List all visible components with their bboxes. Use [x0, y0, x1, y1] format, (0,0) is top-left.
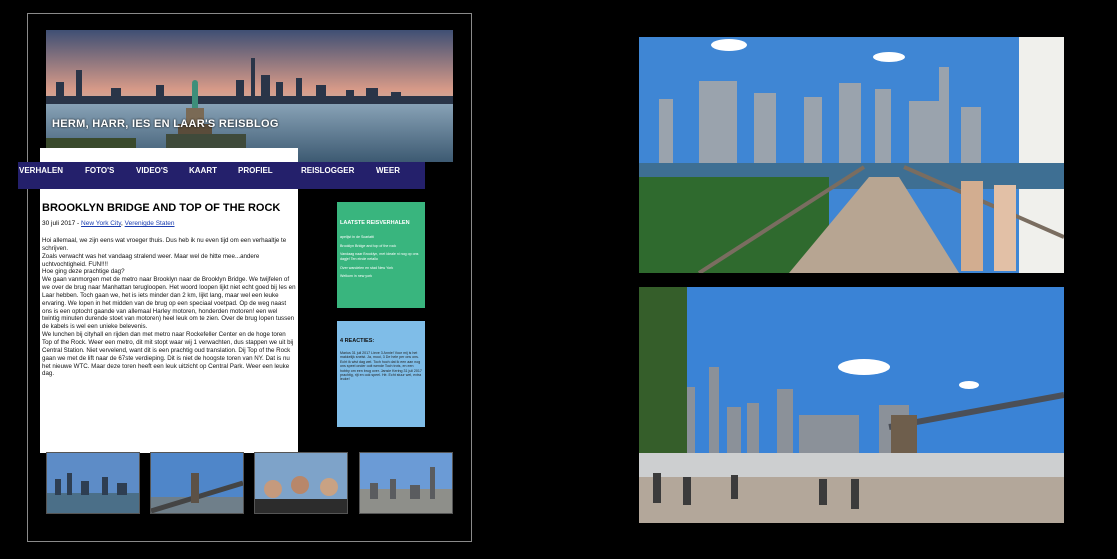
thumbnail-skyline-photo[interactable]	[46, 452, 140, 514]
nav-item-verhalen[interactable]: VERHALEN	[19, 166, 63, 175]
blog-title: HERM, HARR, IES EN LAAR'S REISBLOG	[52, 118, 279, 130]
nav-item-kaart[interactable]: KAART	[189, 166, 217, 175]
hero-banner-image	[46, 30, 453, 162]
post-date: 30 juli 2017 -	[42, 220, 82, 227]
post-paragraph: Zoals verwacht was het vandaag stralend …	[42, 252, 260, 268]
post-content: BROOKLYN BRIDGE AND TOP OF THE ROCK 30 j…	[40, 189, 298, 453]
latest-stories-panel: LAATSTE REISVERHALEN apelijst in de Scar…	[337, 202, 425, 308]
nav-top-strip	[40, 148, 298, 162]
comments-text: Marius 31 juli 2017 Lieve 3 Annie! Voor …	[340, 351, 422, 382]
thumbnail-view-photo[interactable]	[359, 452, 453, 514]
latest-stories-title: LAATSTE REISVERHALEN	[340, 220, 410, 226]
latest-story-link[interactable]: Over wandelen en stad New York	[340, 266, 424, 271]
comments-title: 4 REACTIES:	[340, 338, 375, 344]
comments-panel: 4 REACTIES: Marius 31 juli 2017 Lieve 3 …	[337, 321, 425, 427]
city-link[interactable]: New York City	[81, 220, 121, 227]
nav-item-reislogger[interactable]: REISLOGGER	[301, 166, 354, 175]
post-paragraph: Hoi allemaal, we zijn eens wat vroeger t…	[42, 237, 287, 252]
post-paragraph: We gaan vanmorgen met de metro naar Broo…	[42, 276, 296, 331]
post-paragraph: Hoe ging deze prachtige dag?	[42, 268, 125, 276]
nav-item-weer[interactable]: WEER	[376, 166, 400, 175]
bridge-walkway-photo	[639, 37, 1064, 273]
brooklyn-promenade-photo	[639, 287, 1064, 523]
post-paragraph: We lunchen bij cityhall en rijden dan me…	[42, 331, 294, 378]
country-link[interactable]: Verenigde Staten	[125, 220, 175, 227]
nav-item-videos[interactable]: VIDEO'S	[136, 166, 168, 175]
nav-item-fotos[interactable]: FOTO'S	[85, 166, 114, 175]
latest-story-link[interactable]: Brooklyn Bridge and top of the rock	[340, 244, 424, 249]
nav-item-profiel[interactable]: PROFIEL	[238, 166, 273, 175]
thumbnail-selfie-photo[interactable]	[254, 452, 348, 514]
latest-story-link[interactable]: Welkom in new york	[340, 274, 424, 279]
main-navigation: VERHALEN FOTO'S VIDEO'S KAART PROFIEL RE…	[18, 162, 425, 189]
thumbnail-bridge-photo[interactable]	[150, 452, 244, 514]
post-meta: 30 juli 2017 - New York City, Verenigde …	[42, 220, 175, 227]
latest-story-link[interactable]: apelijst in de Scarlatti	[340, 235, 424, 240]
latest-story-link[interactable]: Vandaag naar Brooklyn, met ideale ni nog…	[340, 252, 424, 262]
post-body: Hoi allemaal, we zijn eens wat vroeger t…	[42, 237, 296, 378]
post-title: BROOKLYN BRIDGE AND TOP OF THE ROCK	[42, 202, 281, 214]
